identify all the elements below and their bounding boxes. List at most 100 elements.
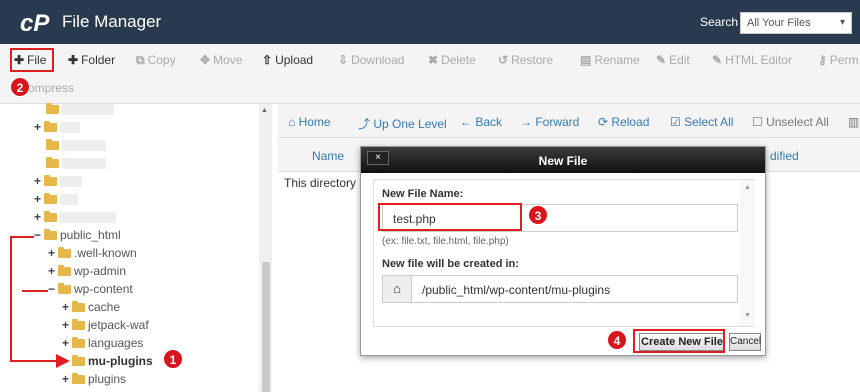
step-3-badge: 3 <box>528 205 548 225</box>
tree-item-well-known[interactable]: + .well-known <box>48 246 137 264</box>
collapse-icon: − <box>34 228 42 242</box>
tree-item-hidden[interactable] <box>46 138 106 156</box>
upload-icon: ⇧ <box>262 53 273 67</box>
unselect-all-button[interactable]: ☐ Unselect All <box>752 115 829 129</box>
folder-icon <box>58 247 71 258</box>
tree-item-cache[interactable]: + cache <box>62 300 120 318</box>
arrow-right-icon: → <box>520 115 536 129</box>
up-one-level-button[interactable]: ⤴ Up One Level <box>358 115 447 132</box>
upload-button[interactable]: ⇧ Upload <box>262 53 313 71</box>
dialog-body: New File Name: test.php (ex: file.txt, f… <box>373 179 755 327</box>
reload-button[interactable]: ⟳ Reload <box>598 115 649 129</box>
new-file-dialog: × New File New File Name: test.php (ex: … <box>360 146 766 356</box>
scroll-up-icon[interactable]: ▲ <box>744 184 751 191</box>
tree-item-languages[interactable]: + languages <box>62 336 143 354</box>
edit-button[interactable]: ✎ Edit <box>656 53 690 71</box>
folder-icon <box>44 193 57 204</box>
folder-icon <box>44 121 57 132</box>
trash-icon[interactable]: ▥ <box>848 115 859 129</box>
copy-button[interactable]: ⧉ Copy <box>136 53 176 71</box>
home-button[interactable]: ⌂ Home <box>288 115 331 129</box>
folder-icon <box>72 337 85 348</box>
cancel-button[interactable]: Cancel <box>729 333 761 351</box>
tree-item-public-html[interactable]: − public_html <box>34 228 121 246</box>
chevron-down-icon: ▾ <box>839 17 845 28</box>
key-icon: ⚷ <box>818 53 827 67</box>
tree-item-wp-admin[interactable]: + wp-admin <box>48 264 126 282</box>
search-scope-select[interactable]: All Your Files ▾ <box>740 12 852 34</box>
dialog-scrollbar[interactable]: ▲ ▼ <box>740 180 755 326</box>
destination-input[interactable]: /public_html/wp-content/mu-plugins <box>411 275 738 303</box>
step-2-highlight <box>10 48 54 72</box>
checkbox-empty-icon: ☐ <box>752 115 767 129</box>
plus-icon: ✚ <box>68 53 79 67</box>
permissions-button[interactable]: ⚷ Perm <box>818 53 858 71</box>
file-name-hint: (ex: file.txt, file.html, file.php) <box>382 236 509 247</box>
tree-item-hidden[interactable]: + <box>34 192 78 210</box>
search-label: Search <box>700 15 739 29</box>
expand-icon: + <box>34 174 42 188</box>
tree-item-wp-content[interactable]: − wp-content <box>48 282 133 300</box>
top-header: cP File Manager Search All Your Files ▾ <box>0 0 860 44</box>
tree-scrollbar-thumb[interactable] <box>262 262 270 392</box>
column-modified-header[interactable]: dified <box>770 149 799 163</box>
app-title: File Manager <box>62 12 162 31</box>
checkbox-checked-icon: ☑ <box>670 115 685 129</box>
step-3-highlight <box>378 203 522 231</box>
folder-open-icon <box>58 283 71 294</box>
forward-button[interactable]: → Forward <box>520 115 579 129</box>
expand-icon: + <box>34 192 42 206</box>
redacted-name <box>62 140 106 151</box>
folder-icon <box>44 211 57 222</box>
new-folder-button[interactable]: ✚ Folder <box>68 53 115 71</box>
folder-icon <box>58 265 71 276</box>
step-1-badge: 1 <box>163 349 183 369</box>
expand-icon: + <box>34 210 42 224</box>
tree-item-jetpack-waf[interactable]: + jetpack-waf <box>62 318 149 336</box>
tree-item-hidden[interactable] <box>46 102 114 120</box>
destination-label: New file will be created in: <box>382 258 519 270</box>
tree-item-hidden[interactable] <box>46 156 106 174</box>
delete-button[interactable]: ✖ Delete <box>428 53 476 71</box>
restore-button[interactable]: ↺ Restore <box>498 53 553 71</box>
tree-item-hidden[interactable]: + <box>34 120 80 138</box>
redacted-name <box>62 104 114 115</box>
expand-icon: + <box>48 246 56 260</box>
folder-icon <box>46 157 59 168</box>
step-1-arrow-line <box>22 290 48 292</box>
column-name-header[interactable]: Name <box>312 149 344 163</box>
folder-icon <box>72 301 85 312</box>
rename-icon: ▤ <box>580 53 592 67</box>
search-scope-value: All Your Files <box>747 17 811 29</box>
redacted-name <box>60 194 78 205</box>
compress-button[interactable]: ompress <box>28 81 74 95</box>
scroll-down-icon[interactable]: ▼ <box>744 312 751 319</box>
redacted-name <box>60 176 82 187</box>
expand-icon: + <box>62 300 70 314</box>
scroll-up-icon[interactable]: ▲ <box>261 107 268 114</box>
copy-icon: ⧉ <box>136 53 145 67</box>
collapse-icon: − <box>48 282 56 296</box>
back-button[interactable]: ← Back <box>460 115 502 129</box>
folder-icon <box>72 319 85 330</box>
home-icon: ⌂ <box>288 115 299 129</box>
tree-item-mu-plugins[interactable]: mu-plugins <box>72 354 153 372</box>
step-1-arrow-line <box>10 360 58 362</box>
restore-icon: ↺ <box>498 53 509 67</box>
tree-item-plugins[interactable]: + plugins <box>62 372 126 390</box>
step-2-badge: 2 <box>10 77 30 97</box>
step-1-arrow-line <box>10 236 12 362</box>
html-editor-button[interactable]: ✎ HTML Editor <box>712 53 792 71</box>
step-4-highlight <box>633 329 725 353</box>
redacted-name <box>62 158 106 169</box>
select-all-button[interactable]: ☑ Select All <box>670 115 733 129</box>
directory-nav-bar: ⌂ Home ⤴ Up One Level ← Back → Forward ⟳… <box>278 104 860 138</box>
folder-open-icon <box>44 229 57 240</box>
dialog-title: New File <box>538 154 588 168</box>
svg-text:cP: cP <box>20 10 50 35</box>
download-button[interactable]: ⇩ Download <box>338 53 404 71</box>
tree-item-hidden[interactable]: + <box>34 174 82 192</box>
tree-item-hidden[interactable]: + <box>34 210 116 228</box>
move-button[interactable]: ✥ Move <box>200 53 242 71</box>
rename-button[interactable]: ▤ Rename <box>580 53 640 71</box>
